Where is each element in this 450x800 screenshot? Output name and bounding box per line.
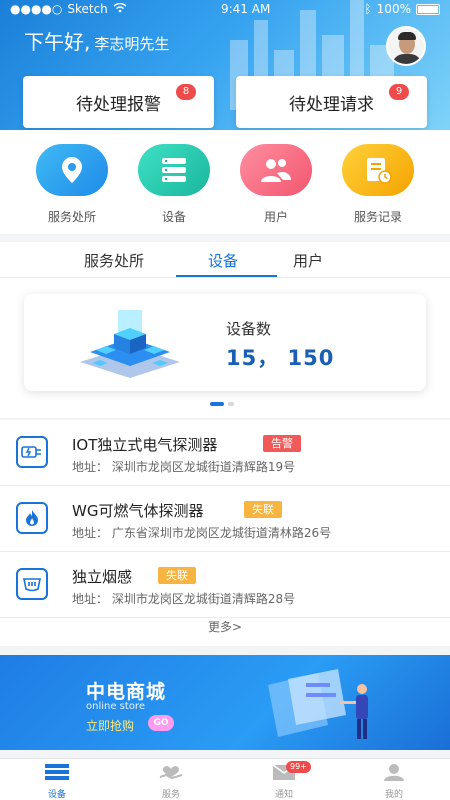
- carousel-dots: [210, 402, 234, 406]
- banner-go-button[interactable]: GO: [148, 715, 174, 731]
- pending-request-label: 待处理请求: [289, 94, 374, 115]
- location-pin-icon: [62, 157, 82, 183]
- carrier-label: Sketch: [67, 2, 108, 16]
- banner-subtitle: online store: [86, 701, 145, 712]
- notification-badge: 99+: [286, 761, 311, 773]
- nav-label: 服务: [161, 790, 180, 800]
- quick-label: 设备: [161, 210, 186, 224]
- device-address: 地址： 深圳市龙岗区龙城街道清辉路19号: [72, 460, 296, 474]
- smoke-detector-icon: [16, 568, 48, 600]
- service-icon: [159, 766, 183, 780]
- quick-service-location[interactable]: 服务处所: [32, 144, 112, 225]
- list-item[interactable]: 独立烟感 失联 地址： 深圳市龙岗区龙城街道清辉路28号: [0, 552, 450, 618]
- tab-users[interactable]: 用户: [293, 250, 323, 271]
- carousel-dot-active[interactable]: [210, 402, 224, 406]
- nav-profile[interactable]: 我的: [364, 763, 424, 800]
- device-address: 地址： 广东省深圳市龙岗区龙城街道清林路26号: [72, 526, 332, 540]
- greeting: 下午好, 李志明先生: [24, 26, 169, 55]
- tab-service-location[interactable]: 服务处所: [84, 250, 144, 271]
- tab-bar: 服务处所 设备 用户: [0, 242, 450, 278]
- banner-cta[interactable]: 立即抢购: [86, 717, 134, 734]
- quick-label: 用户: [263, 210, 288, 224]
- list-item[interactable]: IOT独立式电气探测器 告警 地址： 深圳市龙岗区龙城街道清辉路19号: [0, 420, 450, 486]
- nav-service[interactable]: 服务: [141, 763, 201, 800]
- electric-plug-icon: [16, 436, 48, 468]
- status-bar: ●●●●○ Sketch 9:41 AM ᛒ 100%: [0, 0, 450, 18]
- pending-request-badge: 9: [389, 84, 409, 100]
- quick-users[interactable]: 用户: [236, 144, 316, 225]
- bluetooth-icon: ᛒ: [364, 2, 372, 16]
- tab-devices[interactable]: 设备: [208, 250, 238, 271]
- pending-alarm-badge: 8: [176, 84, 196, 100]
- device-name: WG可燃气体探测器: [72, 502, 204, 520]
- record-icon: [367, 158, 392, 184]
- quick-devices[interactable]: 设备: [134, 144, 214, 225]
- quick-label: 服务处所: [47, 210, 96, 224]
- device-name: IOT独立式电气探测器: [72, 436, 218, 454]
- stat-value: 15， 150: [226, 346, 335, 370]
- active-tab-indicator: [176, 275, 277, 277]
- more-link[interactable]: 更多>: [0, 618, 450, 635]
- status-badge: 告警: [263, 435, 301, 452]
- server-stack-illustration: [80, 310, 180, 378]
- device-icon: [45, 764, 69, 780]
- status-badge: 失联: [158, 567, 196, 584]
- avatar[interactable]: [386, 26, 426, 66]
- nav-devices[interactable]: 设备: [27, 763, 87, 800]
- banner-title: 中电商城: [86, 681, 167, 703]
- nav-label: 设备: [47, 790, 66, 800]
- pending-alarm-label: 待处理报警: [76, 94, 161, 115]
- store-illustration: [268, 669, 368, 739]
- store-banner[interactable]: 中电商城 online store 立即抢购 GO: [0, 655, 450, 750]
- greeting-text: 下午好,: [24, 30, 91, 54]
- nav-notifications[interactable]: 99+ 通知: [254, 761, 314, 800]
- pending-request-button[interactable]: 待处理请求 9: [236, 76, 427, 128]
- nav-label: 我的: [384, 790, 403, 800]
- flame-icon: [16, 502, 48, 534]
- user-name: 李志明先生: [94, 35, 170, 53]
- clock: 9:41 AM: [220, 2, 271, 16]
- device-list: IOT独立式电气探测器 告警 地址： 深圳市龙岗区龙城街道清辉路19号 WG可燃…: [0, 420, 450, 646]
- stat-label: 设备数: [226, 320, 272, 338]
- device-count-card[interactable]: 设备数 15， 150: [24, 294, 426, 391]
- server-icon: [162, 158, 186, 182]
- battery-icon: [415, 3, 440, 15]
- quick-actions: 服务处所 设备 用户 服务记录: [0, 130, 450, 234]
- bottom-nav: 设备 服务 99+ 通知 我的: [0, 758, 450, 800]
- users-icon: [261, 159, 291, 182]
- pending-alarm-button[interactable]: 待处理报警 8: [23, 76, 214, 128]
- nav-label: 通知: [274, 790, 293, 800]
- carousel-dot[interactable]: [228, 402, 234, 406]
- stat-carousel: 设备数 15， 150: [0, 278, 450, 418]
- status-badge: 失联: [244, 501, 282, 518]
- wifi-icon: [113, 2, 127, 16]
- profile-icon: [384, 764, 404, 781]
- quick-service-records[interactable]: 服务记录: [338, 144, 418, 225]
- device-address: 地址： 深圳市龙岗区龙城街道清辉路28号: [72, 592, 296, 606]
- device-name: 独立烟感: [72, 568, 133, 586]
- list-item[interactable]: WG可燃气体探测器 失联 地址： 广东省深圳市龙岗区龙城街道清林路26号: [0, 486, 450, 552]
- signal-icon: ●●●●○: [10, 2, 63, 16]
- battery-label: 100%: [376, 2, 411, 16]
- quick-label: 服务记录: [353, 210, 402, 224]
